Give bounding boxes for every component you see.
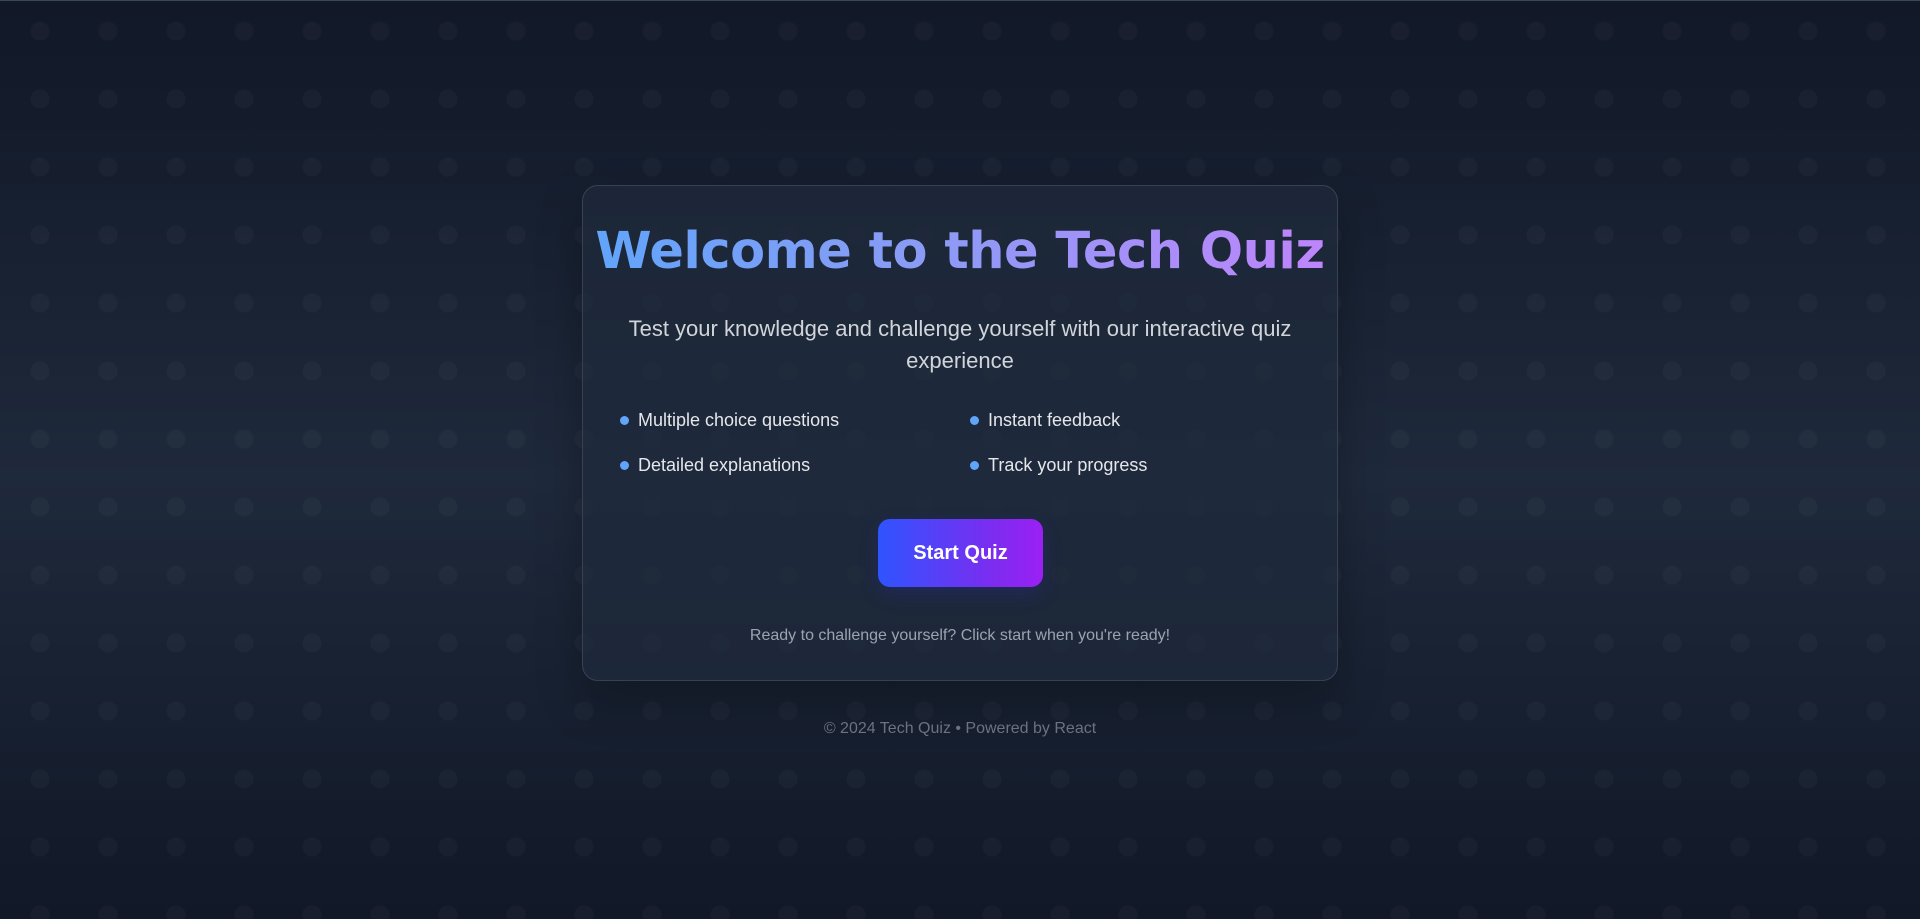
page-footer: © 2024 Tech Quiz • Powered by React — [823, 720, 1097, 737]
bullet-dot-icon — [620, 415, 629, 425]
welcome-card: Welcome to the Tech Quiz Test your knowl… — [582, 185, 1338, 681]
feature-label: Multiple choice questions — [638, 409, 840, 430]
feature-item-multiple-choice: Multiple choice questions — [620, 409, 970, 431]
feature-label: Instant feedback — [988, 409, 1121, 430]
bullet-dot-icon — [970, 460, 979, 470]
feature-label: Detailed explanations — [638, 454, 811, 475]
page-subtitle: Test your knowledge and challenge yourse… — [628, 316, 1292, 373]
feature-item-instant-feedback: Instant feedback — [970, 409, 1320, 431]
feature-label: Track your progress — [988, 454, 1148, 475]
feature-item-progress: Track your progress — [970, 454, 1320, 476]
start-hint: Ready to challenge yourself? Click start… — [749, 627, 1171, 644]
start-quiz-button[interactable]: Start Quiz — [878, 519, 1043, 587]
bullet-dot-icon — [620, 460, 629, 470]
bullet-dot-icon — [970, 415, 979, 425]
feature-item-explanations: Detailed explanations — [620, 454, 970, 476]
feature-list: Multiple choice questions Instant feedba… — [620, 409, 1320, 476]
page-title: Welcome to the Tech Quiz — [583, 219, 1337, 285]
